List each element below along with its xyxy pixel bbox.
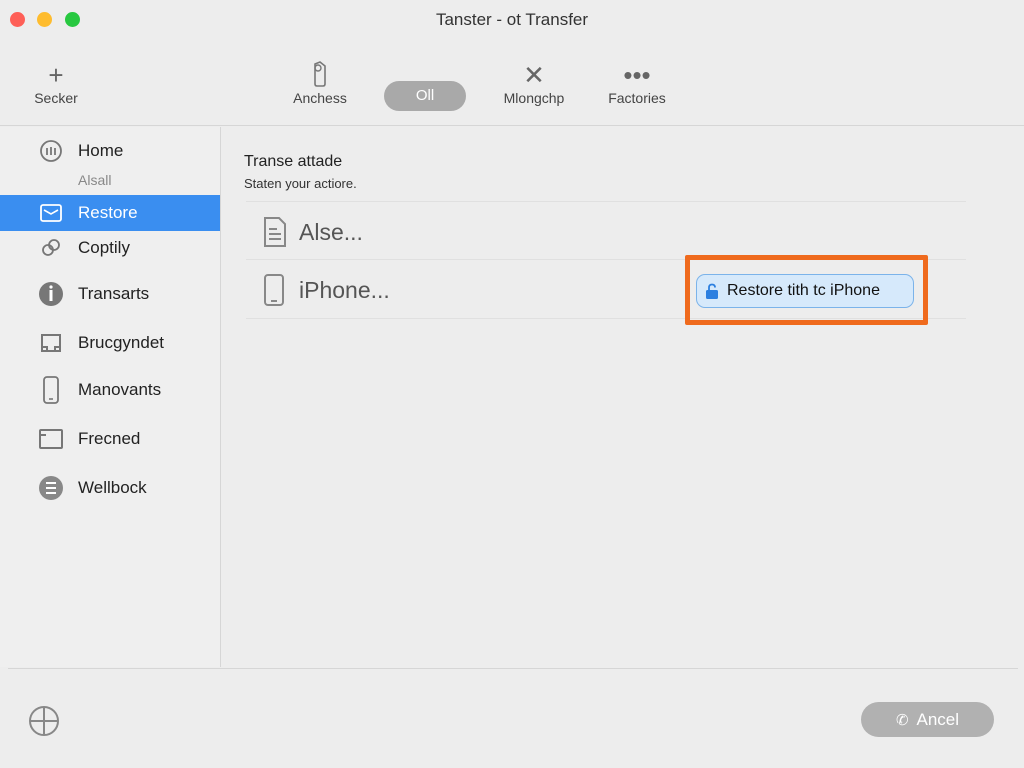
toolbar-mlongchp-button[interactable]: ✕ Mlongchp — [490, 60, 578, 106]
window-icon — [38, 426, 64, 452]
toolbar-label: Factories — [608, 90, 666, 106]
cancel-button-label: Ancel — [916, 709, 960, 729]
close-icon: ✕ — [523, 60, 545, 90]
home-icon — [38, 138, 64, 164]
folder-icon — [38, 330, 64, 356]
divider — [8, 668, 1018, 669]
sidebar-item-label: Home — [78, 141, 124, 160]
toolbar-label: Anchess — [293, 90, 347, 106]
more-icon: ••• — [623, 60, 651, 90]
sidebar-item-frecned[interactable]: Frecned — [0, 421, 220, 457]
sidebar: Home Alsall Restore Coptily Transarts Br… — [0, 127, 221, 667]
sidebar-item-coptily[interactable]: Coptily — [0, 230, 220, 266]
toolbar-oll-pill[interactable]: Oll — [384, 81, 466, 111]
sidebar-item-label: Restore — [78, 203, 138, 222]
restore-to-iphone-button[interactable]: Restore tith tc iPhone — [696, 274, 914, 308]
sidebar-item-brucgyndet[interactable]: Brucgyndet — [0, 325, 220, 361]
phone-handset-icon: ✆ — [895, 711, 909, 729]
sidebar-sub-label: Alsall — [78, 172, 112, 188]
iphone-icon — [262, 274, 288, 306]
list-item[interactable]: Alse... — [246, 201, 966, 259]
toolbar-label: Secker — [34, 90, 78, 106]
cancel-button[interactable]: ✆ Ancel — [861, 702, 994, 737]
info-icon — [38, 281, 64, 307]
menu-icon — [38, 475, 64, 501]
document-icon — [262, 216, 288, 248]
sidebar-item-manovants[interactable]: Manovants — [0, 372, 220, 408]
sidebar-item-label: Transarts — [78, 284, 150, 303]
restore-icon — [38, 200, 64, 226]
list-item-label: iPhone... — [299, 277, 390, 303]
sidebar-item-restore[interactable]: Restore — [0, 195, 220, 231]
link-icon — [38, 235, 64, 261]
toolbar-anchess-button[interactable]: Anchess — [280, 60, 360, 106]
sidebar-item-label: Manovants — [78, 380, 162, 399]
toolbar: + Secker Anchess Oll ✕ Mlongchp ••• Fact… — [0, 40, 1024, 126]
plus-icon: + — [48, 60, 64, 90]
toolbar-secker-button[interactable]: + Secker — [22, 60, 90, 106]
phone-icon — [38, 376, 64, 404]
main-content: Transe attade Staten your actiore. Alse.… — [222, 127, 1024, 667]
add-circle-icon[interactable] — [28, 705, 60, 737]
window-title: Tanster - ot Transfer — [435, 10, 589, 29]
sidebar-item-label: Brucgyndet — [78, 333, 164, 352]
section-title: Transe attade — [244, 153, 343, 170]
sidebar-item-transarts[interactable]: Transarts — [0, 276, 220, 312]
settings-icon — [280, 60, 360, 90]
title-bar: Tanster - ot Transfer — [0, 0, 1024, 40]
lock-icon — [705, 283, 719, 299]
sidebar-item-label: Coptily — [78, 238, 130, 257]
toolbar-label: Mlongchp — [503, 90, 565, 106]
transfer-window: Tanster - ot Transfer + Secker Anchess O… — [0, 0, 1024, 768]
sidebar-item-wellbock[interactable]: Wellbock — [0, 470, 220, 506]
toolbar-factories-button[interactable]: ••• Factories — [596, 60, 678, 106]
restore-button-label: Restore tith tc iPhone — [727, 282, 880, 299]
section-subtitle: Staten your actiore. — [244, 176, 357, 191]
sidebar-item-label: Frecned — [78, 429, 141, 448]
sidebar-item-label: Wellbock — [78, 478, 147, 497]
list-item-label: Alse... — [299, 219, 363, 245]
sidebar-item-home[interactable]: Home — [0, 133, 220, 169]
